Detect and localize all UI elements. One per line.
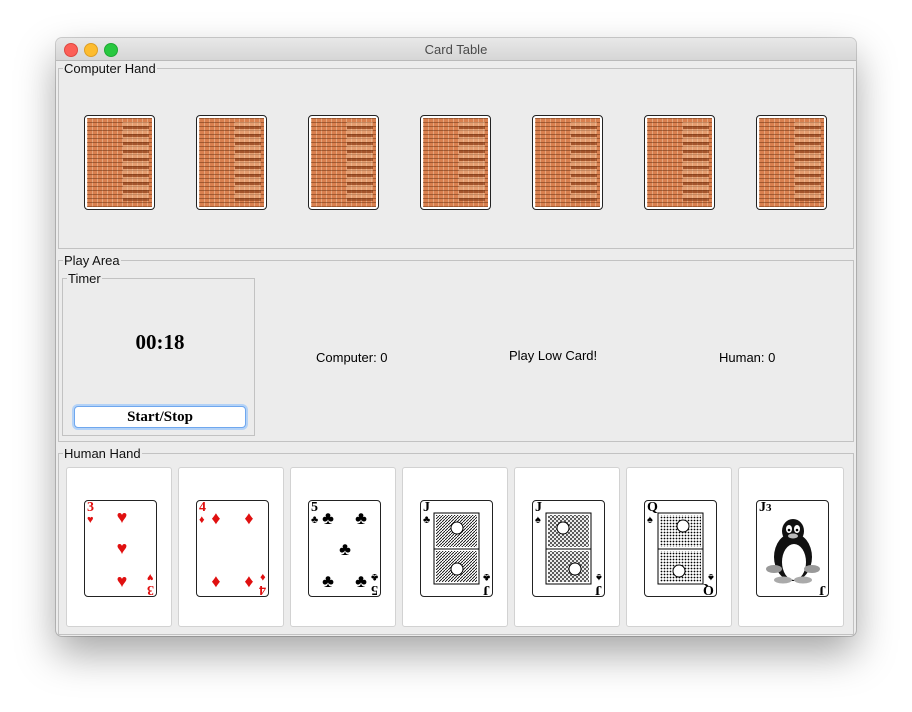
club-icon: ♣ <box>311 514 319 526</box>
human-card-button[interactable]: J ♣ ♣ J <box>402 467 508 627</box>
card-rank: 5 <box>311 500 318 515</box>
window-title: Card Table <box>424 42 488 57</box>
computer-card-back <box>84 115 155 210</box>
computer-card-back <box>420 115 491 210</box>
card-rank: J <box>819 582 826 597</box>
card-three-of-hearts: 3 ♥ ♥ ♥ ♥ ♥ 3 <box>84 500 157 597</box>
club-icon: ♣ <box>322 571 334 591</box>
card-five-of-clubs: 5 ♣ ♣ ♣ ♣ ♣ ♣ ♣ 5 <box>308 500 381 597</box>
spade-icon: ♠ <box>596 571 602 583</box>
club-icon: ♣ <box>482 571 490 583</box>
heart-icon: ♥ <box>116 507 128 527</box>
heart-icon: ♥ <box>116 538 128 558</box>
club-icon: ♣ <box>355 571 367 591</box>
card-rank: 3 <box>87 500 94 515</box>
club-icon: ♣ <box>339 539 351 559</box>
card-rank: 5 <box>371 582 378 597</box>
play-message: Play Low Card! <box>509 348 598 363</box>
diamond-icon: ♦ <box>260 571 266 583</box>
computer-card-back <box>756 115 827 210</box>
spade-icon: ♠ <box>708 571 714 583</box>
card-rank: 4 <box>199 500 206 515</box>
computer-score: Computer: 0 <box>316 350 388 365</box>
play-area-title: Play Area <box>64 253 120 268</box>
card-rank: Q <box>703 582 714 597</box>
jack-figure-icon <box>545 512 592 585</box>
penguin-icon <box>766 519 820 584</box>
card-rank: 3 <box>147 582 154 597</box>
club-icon: ♣ <box>322 508 334 528</box>
computer-card-back <box>196 115 267 210</box>
human-card-button[interactable]: 5 ♣ ♣ ♣ ♣ ♣ ♣ ♣ 5 <box>290 467 396 627</box>
start-stop-button[interactable]: Start/Stop <box>74 406 246 428</box>
computer-card-back <box>532 115 603 210</box>
heart-icon: ♥ <box>147 571 154 583</box>
human-card-button[interactable]: 3 ♥ ♥ ♥ ♥ ♥ 3 <box>66 467 172 627</box>
diamond-icon: ♦ <box>244 571 254 591</box>
title-bar: Card Table <box>56 38 856 61</box>
computer-card-back <box>308 115 379 210</box>
card-jack-of-clubs: J ♣ ♣ J <box>420 500 493 597</box>
card-joker: J3 J <box>756 500 829 597</box>
computer-hand-title: Computer Hand <box>64 61 156 76</box>
human-card-button[interactable]: Q ♠ ♠ Q <box>626 467 732 627</box>
human-score: Human: 0 <box>719 350 776 365</box>
diamond-icon: ♦ <box>211 571 221 591</box>
card-rank: J <box>483 582 490 597</box>
timer-title: Timer <box>68 271 101 286</box>
human-card-button[interactable]: J ♠ ♠ J <box>514 467 620 627</box>
human-card-button[interactable]: 4 ♦ ♦ ♦ ♦ ♦ ♦ 4 <box>178 467 284 627</box>
card-rank: 4 <box>259 582 266 597</box>
diamond-icon: ♦ <box>211 508 221 528</box>
club-icon: ♣ <box>370 571 378 583</box>
diamond-icon: ♦ <box>199 514 205 526</box>
diamond-icon: ♦ <box>244 508 254 528</box>
heart-icon: ♥ <box>87 514 94 526</box>
card-rank: J <box>595 582 602 597</box>
human-hand-title: Human Hand <box>64 446 141 461</box>
timer-display: 00:18 <box>135 330 185 354</box>
club-icon: ♣ <box>355 508 367 528</box>
heart-icon: ♥ <box>116 571 128 591</box>
card-four-of-diamonds: 4 ♦ ♦ ♦ ♦ ♦ ♦ 4 <box>196 500 269 597</box>
human-card-button[interactable]: J3 J <box>738 467 844 627</box>
jack-figure-icon <box>433 512 480 585</box>
card-table-window: Card Table Computer Hand Play Area Timer… <box>56 38 856 636</box>
card-jack-of-spades: J ♠ ♠ J <box>532 500 605 597</box>
computer-card-back <box>644 115 715 210</box>
card-queen-of-spades: Q ♠ ♠ Q <box>644 500 717 597</box>
